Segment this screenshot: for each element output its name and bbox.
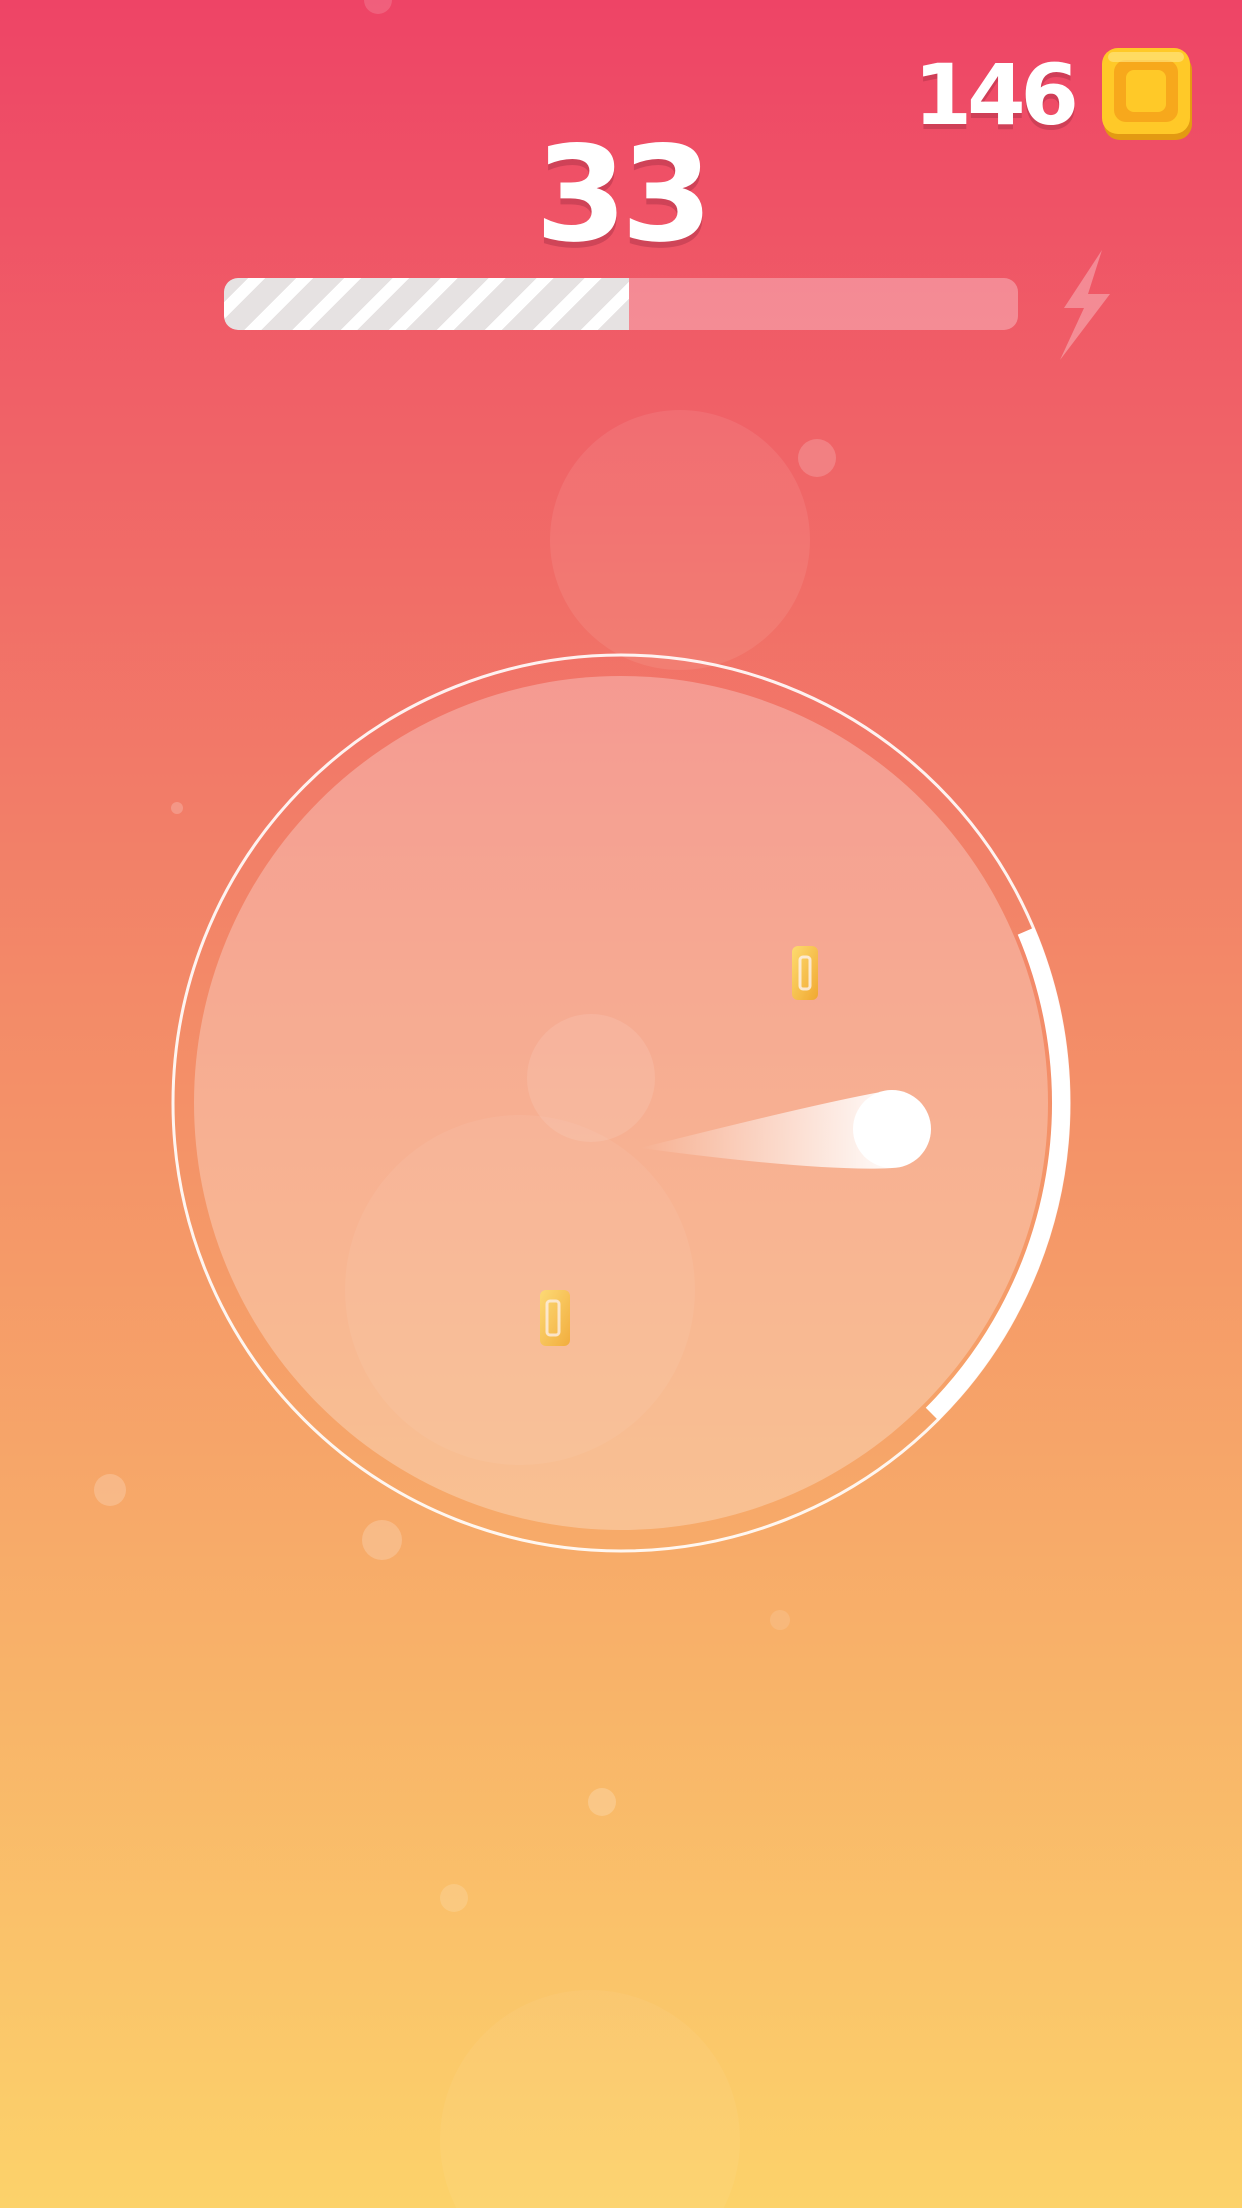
game-screen[interactable]: 33 146 <box>0 0 1242 2208</box>
bubble <box>171 802 183 814</box>
bubble <box>94 1474 126 1506</box>
gold-coin-icon <box>1102 48 1192 140</box>
bubble <box>798 439 836 477</box>
bubble <box>362 1520 402 1560</box>
boost-progress-fill <box>224 278 629 330</box>
boost-progress-bar <box>224 278 1018 330</box>
bubble <box>440 1884 468 1912</box>
field-coin[interactable] <box>792 946 818 1000</box>
bubble <box>550 410 810 670</box>
bubble <box>588 1788 616 1816</box>
bubble <box>527 1014 655 1142</box>
coin-counter: 146 <box>913 46 1079 144</box>
bubble <box>345 1115 695 1465</box>
field-coin[interactable] <box>540 1290 570 1346</box>
white-ball[interactable] <box>853 1090 931 1168</box>
lightning-bolt-icon <box>1060 250 1110 360</box>
bubble <box>770 1610 790 1630</box>
